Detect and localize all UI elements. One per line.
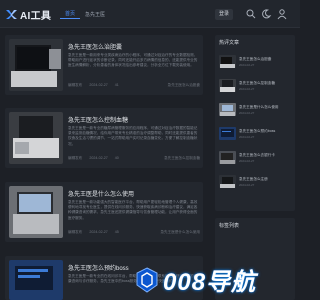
hot-item[interactable]: 急先王医怎么预约boss 2024-02-27 (219, 127, 291, 141)
hot-thumbnail[interactable] (219, 151, 236, 164)
post-date: 2024-02-27 (89, 156, 108, 160)
post-views: 41 (114, 83, 119, 87)
hot-item-title[interactable]: 急先王医是什么怎么使用 (239, 105, 279, 110)
hot-item-title[interactable]: 急先王医怎么预约boss (239, 129, 275, 134)
post-meta: 编辑发布 2024-02-27 41 急先王医怎么治胆囊 (68, 83, 200, 88)
site-logo[interactable]: AI工具 (5, 6, 51, 22)
hot-item[interactable]: 急先王医怎么注册 2024-02-27 (219, 175, 291, 189)
post-thumbnail[interactable] (9, 39, 63, 91)
moon-icon[interactable] (260, 8, 272, 20)
post-views: 40 (114, 156, 119, 160)
hot-item-title[interactable]: 急先王医怎么注册 (239, 177, 268, 182)
nav-item-home[interactable]: 首页 (60, 10, 81, 19)
hot-item[interactable]: 急先王医怎么控制血糖 2024-02-27 (219, 79, 291, 93)
post-date: 2024-02-27 (89, 230, 108, 234)
laptop-photo-image (9, 39, 63, 91)
hot-item-title[interactable]: 急先王医怎么控制血糖 (239, 81, 275, 86)
nav-item-category[interactable]: 急先王医 (80, 11, 110, 18)
search-icon[interactable] (245, 8, 257, 20)
top-header: AI工具 首页 急先王医 登录 (0, 0, 300, 28)
widget-title: 标签列表 (219, 223, 240, 229)
hot-item-date: 2024-02-27 (239, 159, 255, 163)
hot-articles-widget: 热评文章 急先王医怎么治胆囊 2024-02-27 急先王医怎么控制血糖 202… (215, 35, 295, 211)
post-thumbnail[interactable] (9, 186, 63, 238)
post-category[interactable]: 急先王医怎么控制血糖 (164, 156, 200, 161)
post-excerpt: 急先王医是一款功能强大的智能医疗平台，帮助用户更轻松地管理个人健康，高效便利地寻… (68, 200, 198, 220)
hot-item[interactable]: 急先王医怎么治胆囊 2024-02-27 (219, 55, 291, 69)
post-excerpt: 急先王医是一款用来专业类疾病治疗的小程序，可通过对症治疗的专业数据检测，帮助用户… (68, 53, 198, 68)
post-title[interactable]: 急先王医怎么预约boss (68, 263, 129, 272)
hot-item-date: 2024-02-27 (239, 135, 255, 139)
main-nav: 首页 急先王医 (60, 0, 110, 28)
hot-item-title[interactable]: 急先王医怎么去银行卡 (239, 153, 275, 158)
post-thumbnail[interactable] (9, 260, 63, 300)
laptop-photo-image (219, 103, 236, 116)
hot-item-date: 2024-02-27 (239, 111, 255, 115)
post-card[interactable]: 急先王医怎么治胆囊 急先王医是一款用来专业类疾病治疗的小程序，可通过对症治疗的专… (5, 35, 203, 95)
hot-thumbnail[interactable] (219, 55, 236, 68)
hot-item-date: 2024-02-27 (239, 63, 255, 67)
watermark-text: 008导航 (163, 269, 257, 296)
hot-thumbnail[interactable] (219, 79, 236, 92)
logo-icon (6, 9, 17, 19)
hot-thumbnail[interactable] (219, 175, 236, 188)
login-button[interactable]: 登录 (215, 9, 234, 20)
laptop-photo-image (9, 186, 63, 238)
laptop-photo-image (219, 175, 236, 188)
hot-item[interactable]: 急先王医怎么去银行卡 2024-02-27 (219, 151, 291, 165)
laptop-photo-image (9, 260, 63, 300)
laptop-photo-image (219, 79, 236, 92)
logo-text: AI工具 (20, 10, 52, 22)
post-title[interactable]: 急先王医怎么控制血糖 (68, 115, 128, 124)
laptop-photo-image (9, 112, 63, 164)
post-views: 45 (114, 230, 119, 234)
hot-item-date: 2024-02-27 (239, 87, 255, 91)
hot-item-title[interactable]: 急先王医怎么治胆囊 (239, 57, 271, 62)
laptop-photo-image (219, 151, 236, 164)
post-category[interactable]: 急先王医怎么治胆囊 (168, 83, 200, 88)
post-card[interactable]: 急先王医是什么怎么使用 急先王医是一款功能强大的智能医疗平台，帮助用户更轻松地管… (5, 182, 203, 242)
post-thumbnail[interactable] (9, 112, 63, 164)
post-category[interactable]: 急先王医是什么怎么使用 (160, 230, 200, 235)
post-card[interactable]: 急先王医怎么控制血糖 急先王医是一款专业的糖尿病管理服务的应用程序，可通过对症治… (5, 108, 203, 168)
widget-title: 热评文章 (219, 40, 240, 46)
post-author[interactable]: 编辑发布 (68, 83, 82, 88)
laptop-photo-image (219, 55, 236, 68)
laptop-photo-image (219, 127, 236, 140)
post-title[interactable]: 急先王医是什么怎么使用 (68, 189, 134, 198)
post-date: 2024-02-27 (89, 83, 108, 87)
post-meta: 编辑发布 2024-02-27 45 急先王医是什么怎么使用 (68, 230, 200, 235)
post-author[interactable]: 编辑发布 (68, 156, 82, 161)
post-title[interactable]: 急先王医怎么治胆囊 (68, 42, 122, 51)
user-icon[interactable] (276, 8, 288, 20)
post-author[interactable]: 编辑发布 (68, 230, 82, 235)
post-excerpt: 急先王医是一款专业的糖尿病管理服务的应用程序，可通过对症治疗数据的智能记录来监测… (68, 126, 198, 146)
watermark-badge-icon (136, 266, 158, 293)
hot-item-date: 2024-02-27 (239, 183, 255, 187)
post-meta: 编辑发布 2024-02-27 40 急先王医怎么控制血糖 (68, 156, 200, 161)
site-watermark: 008导航 (135, 262, 256, 297)
hot-thumbnail[interactable] (219, 127, 236, 140)
hot-thumbnail[interactable] (219, 103, 236, 116)
hot-item[interactable]: 急先王医是什么怎么使用 2024-02-27 (219, 103, 291, 117)
